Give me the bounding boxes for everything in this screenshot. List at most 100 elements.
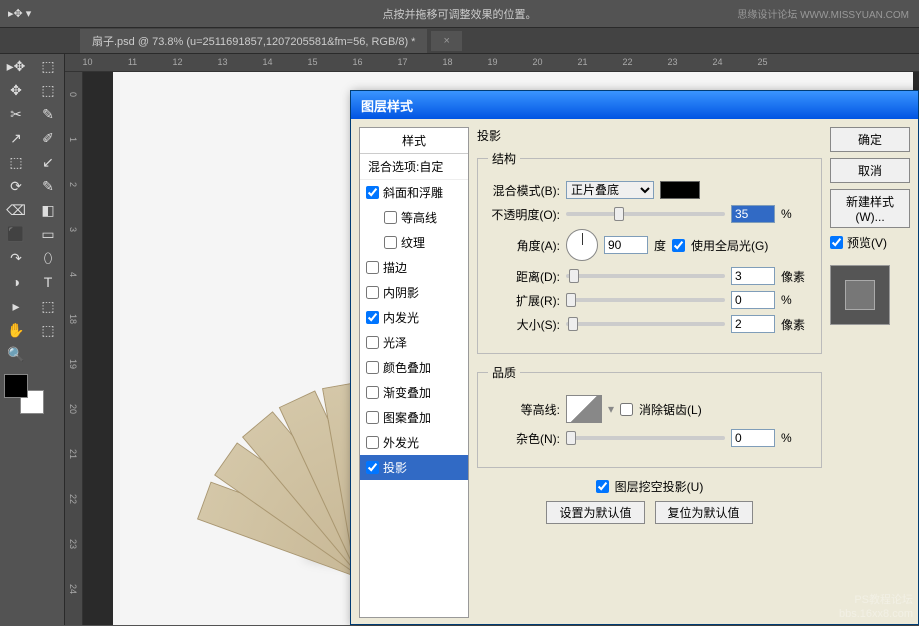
ok-button[interactable]: 确定 [830, 127, 910, 152]
noise-input[interactable] [731, 429, 775, 447]
tool-14[interactable]: ⬛ [0, 222, 32, 246]
style-label-2: 纹理 [401, 234, 425, 251]
style-checkbox-8[interactable] [366, 386, 379, 399]
tool-1[interactable]: ⬚ [32, 54, 64, 78]
style-item-11[interactable]: 投影 [360, 455, 468, 480]
opacity-input[interactable] [731, 205, 775, 223]
tool-21[interactable]: ⬚ [32, 294, 64, 318]
new-style-button[interactable]: 新建样式(W)... [830, 189, 910, 228]
angle-unit: 度 [654, 237, 666, 254]
tool-3[interactable]: ⬚ [32, 78, 64, 102]
knockout-label: 图层挖空投影(U) [615, 478, 704, 495]
noise-slider[interactable] [566, 436, 725, 440]
style-label-5: 内发光 [383, 309, 419, 326]
spread-input[interactable] [731, 291, 775, 309]
tool-19[interactable]: T [32, 270, 64, 294]
tool-13[interactable]: ◧ [32, 198, 64, 222]
quality-legend: 品质 [488, 364, 520, 381]
tool-10[interactable]: ⟳ [0, 174, 32, 198]
spread-slider[interactable] [566, 298, 725, 302]
style-checkbox-10[interactable] [366, 436, 379, 449]
global-light-checkbox[interactable] [672, 239, 685, 252]
style-label-7: 颜色叠加 [383, 359, 431, 376]
style-item-0[interactable]: 斜面和浮雕 [360, 180, 468, 205]
blend-options[interactable]: 混合选项:自定 [360, 154, 468, 180]
tool-18[interactable]: ◑ [0, 270, 32, 294]
style-checkbox-0[interactable] [366, 186, 379, 199]
toolbox: ▸✥⬚✥⬚✂✎↗✐⬚↙⟳✎⌫◧⬛▭↷⬯◑T▸⬚✋⬚🔍 [0, 54, 65, 625]
color-swatch[interactable] [4, 374, 44, 414]
tool-7[interactable]: ✐ [32, 126, 64, 150]
tool-23[interactable]: ⬚ [32, 318, 64, 342]
layer-style-dialog: 图层样式 样式 混合选项:自定 斜面和浮雕等高线纹理描边内阴影内发光光泽颜色叠加… [350, 90, 919, 625]
tool-5[interactable]: ✎ [32, 102, 64, 126]
blend-mode-select[interactable]: 正片叠底 [566, 181, 654, 199]
style-item-9[interactable]: 图案叠加 [360, 405, 468, 430]
close-icon[interactable]: × [431, 31, 461, 51]
style-item-7[interactable]: 颜色叠加 [360, 355, 468, 380]
contour-picker[interactable] [566, 395, 602, 423]
style-item-4[interactable]: 内阴影 [360, 280, 468, 305]
tool-20[interactable]: ▸ [0, 294, 32, 318]
dialog-buttons: 确定 取消 新建样式(W)... 预览(V) [830, 127, 910, 618]
tool-6[interactable]: ↗ [0, 126, 32, 150]
angle-label: 角度(A): [488, 237, 560, 254]
preview-checkbox[interactable] [830, 236, 843, 249]
set-default-button[interactable]: 设置为默认值 [546, 501, 644, 524]
style-checkbox-9[interactable] [366, 411, 379, 424]
antialias-checkbox[interactable] [620, 403, 633, 416]
tool-9[interactable]: ↙ [32, 150, 64, 174]
style-checkbox-4[interactable] [366, 286, 379, 299]
tool-16[interactable]: ↷ [0, 246, 32, 270]
tool-15[interactable]: ▭ [32, 222, 64, 246]
tool-12[interactable]: ⌫ [0, 198, 32, 222]
style-checkbox-6[interactable] [366, 336, 379, 349]
angle-input[interactable] [604, 236, 648, 254]
style-checkbox-5[interactable] [366, 311, 379, 324]
style-item-8[interactable]: 渐变叠加 [360, 380, 468, 405]
style-item-5[interactable]: 内发光 [360, 305, 468, 330]
tool-0[interactable]: ▸✥ [0, 54, 32, 78]
size-label: 大小(S): [488, 316, 560, 333]
size-slider[interactable] [566, 322, 725, 326]
style-label-9: 图案叠加 [383, 409, 431, 426]
tool-8[interactable]: ⬚ [0, 150, 32, 174]
tool-24[interactable]: 🔍 [0, 342, 32, 366]
tool-17[interactable]: ⬯ [32, 246, 64, 270]
angle-dial[interactable] [566, 229, 598, 261]
tool-4[interactable]: ✂ [0, 102, 32, 126]
contour-label: 等高线: [488, 401, 560, 418]
distance-unit: 像素 [781, 268, 811, 285]
watermark: PS教程论坛 bbs.16xx8.com [839, 593, 913, 621]
color-swatch[interactable] [660, 181, 700, 199]
hint-text: 点按并拖移可调整效果的位置。 [383, 6, 537, 22]
tool-22[interactable]: ✋ [0, 318, 32, 342]
ruler-vertical: 0123418192021222324 [65, 72, 83, 625]
style-checkbox-3[interactable] [366, 261, 379, 274]
antialias-label: 消除锯齿(L) [639, 401, 702, 418]
style-item-3[interactable]: 描边 [360, 255, 468, 280]
style-checkbox-7[interactable] [366, 361, 379, 374]
style-item-2[interactable]: 纹理 [360, 230, 468, 255]
style-header[interactable]: 样式 [360, 128, 468, 154]
reset-default-button[interactable]: 复位为默认值 [655, 501, 753, 524]
tool-2[interactable]: ✥ [0, 78, 32, 102]
style-label-11: 投影 [383, 459, 407, 476]
size-input[interactable] [731, 315, 775, 333]
style-checkbox-1[interactable] [384, 211, 397, 224]
style-checkbox-2[interactable] [384, 236, 397, 249]
style-item-10[interactable]: 外发光 [360, 430, 468, 455]
document-tab[interactable]: 扇子.psd @ 73.8% (u=2511691857,1207205581&… [80, 29, 427, 53]
knockout-checkbox[interactable] [596, 480, 609, 493]
style-item-6[interactable]: 光泽 [360, 330, 468, 355]
style-item-1[interactable]: 等高线 [360, 205, 468, 230]
tool-11[interactable]: ✎ [32, 174, 64, 198]
distance-slider[interactable] [566, 274, 725, 278]
distance-input[interactable] [731, 267, 775, 285]
spread-unit: % [781, 293, 811, 307]
cancel-button[interactable]: 取消 [830, 158, 910, 183]
tool-25[interactable] [32, 342, 64, 366]
style-checkbox-11[interactable] [366, 461, 379, 474]
opacity-slider[interactable] [566, 212, 725, 216]
move-tool-indicator[interactable]: ▸✥ ▾ [8, 7, 31, 20]
